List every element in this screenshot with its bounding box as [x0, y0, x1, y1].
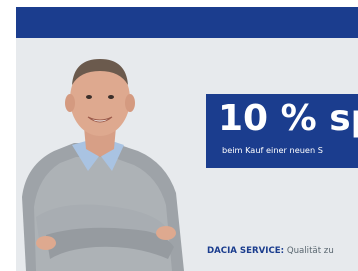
man-with-crossed-arms-photo	[22, 59, 184, 271]
service-label: DACIA SERVICE:	[207, 246, 285, 256]
promo-banner[interactable]: 10 % sp beim Kauf einer neuen S DACIA SE…	[16, 7, 358, 271]
discount-subline: beim Kauf einer neuen S	[222, 145, 323, 155]
service-tagline: Qualität zu	[286, 246, 334, 256]
discount-promo-box[interactable]: 10 % sp beim Kauf einer neuen S	[206, 94, 358, 168]
service-tagline-line[interactable]: DACIA SERVICE: Qualität zu	[207, 246, 334, 256]
brand-header-bar	[16, 7, 358, 38]
discount-headline: 10 % sp	[218, 98, 358, 139]
